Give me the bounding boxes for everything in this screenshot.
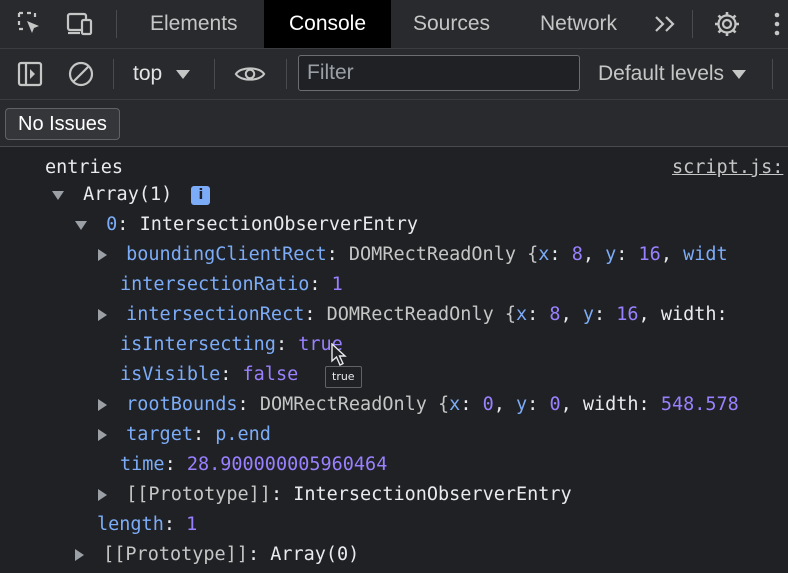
hover-tooltip: true: [325, 366, 362, 388]
log-levels-label: Default levels: [598, 62, 725, 85]
expand-arrow-icon[interactable]: [52, 190, 64, 200]
property-row[interactable]: boundingClientRect: DOMRectReadOnly {x: …: [98, 241, 728, 269]
tab-sources[interactable]: Sources: [413, 0, 490, 48]
console-output: entries script.js: Array(1) i 0: Interse…: [0, 147, 788, 573]
sidebar-toggle-icon[interactable]: [14, 58, 46, 90]
entry-type: IntersectionObserverEntry: [139, 214, 419, 235]
divider: [692, 10, 693, 38]
property-value-type: DOMRectReadOnly {: [348, 244, 539, 265]
property-value-y: 0: [549, 394, 561, 415]
expand-arrow-icon[interactable]: [75, 549, 84, 561]
expand-arrow-icon[interactable]: [75, 220, 87, 230]
property-row[interactable]: [[Prototype]]: Array(0): [75, 541, 359, 569]
property-value-x: 8: [571, 244, 583, 265]
device-toolbar-icon[interactable]: [64, 8, 96, 40]
inspect-element-icon[interactable]: [14, 8, 46, 40]
console-toolbar: top Default levels: [0, 49, 788, 100]
property-key: target: [126, 424, 193, 445]
length-value: 1: [186, 514, 198, 535]
expand-arrow-icon[interactable]: [98, 249, 107, 261]
property-key: [[Prototype]]: [126, 484, 271, 505]
tab-console[interactable]: Console: [264, 0, 391, 48]
property-trail: widt: [683, 244, 728, 265]
tab-elements[interactable]: Elements: [150, 0, 238, 48]
log-levels-dropdown[interactable]: Default levels: [598, 49, 747, 99]
property-value-y: 16: [616, 304, 639, 325]
array-row[interactable]: Array(1) i: [52, 181, 211, 209]
property-row: intersectionRatio: 1: [120, 274, 343, 295]
property-value-x: 8: [549, 304, 561, 325]
property-value: 1: [331, 274, 343, 295]
issues-bar: No Issues: [0, 100, 788, 147]
expand-arrow-icon[interactable]: [98, 429, 107, 441]
proto-value: Array(0): [270, 544, 360, 565]
divider: [116, 10, 117, 38]
property-key: intersectionRect: [126, 304, 305, 325]
kebab-menu-icon[interactable]: [766, 8, 788, 40]
property-row: isVisible: false: [120, 364, 299, 385]
property-key: isVisible: [120, 364, 221, 385]
property-value-width: 548.578: [660, 394, 739, 415]
divider: [113, 59, 114, 89]
property-value: 28.900000005960464: [186, 454, 388, 475]
property-value[interactable]: p.end: [215, 424, 271, 445]
source-link[interactable]: script.js:: [672, 154, 783, 182]
clear-console-icon[interactable]: [65, 58, 97, 90]
filter-input[interactable]: [298, 55, 580, 91]
context-label: top: [133, 62, 163, 85]
length-key: length: [97, 514, 164, 535]
devtools-tab-bar: Elements Console Sources Network: [0, 0, 788, 49]
property-row: length: 1: [97, 514, 198, 535]
mouse-cursor-icon: [331, 343, 347, 366]
property-key: intersectionRatio: [120, 274, 310, 295]
array-label: Array(1): [83, 184, 173, 205]
expand-arrow-icon[interactable]: [98, 489, 107, 501]
property-value: IntersectionObserverEntry: [293, 484, 572, 505]
expand-arrow-icon[interactable]: [98, 399, 107, 411]
property-row: isIntersecting: true: [120, 334, 343, 355]
chevron-down-icon: [176, 69, 191, 79]
divider: [286, 59, 287, 89]
eye-icon[interactable]: [234, 58, 266, 90]
expand-arrow-icon[interactable]: [98, 309, 107, 321]
log-message: entries: [45, 157, 123, 178]
property-row[interactable]: intersectionRect: DOMRectReadOnly {x: 8,…: [98, 301, 728, 329]
property-key: isIntersecting: [120, 334, 276, 355]
proto-key: [[Prototype]]: [103, 544, 248, 565]
entry-index: 0: [106, 214, 118, 235]
property-value-x: 0: [482, 394, 494, 415]
divider: [772, 59, 773, 89]
property-value-type: DOMRectReadOnly {: [259, 394, 450, 415]
property-row[interactable]: rootBounds: DOMRectReadOnly {x: 0, y: 0,…: [98, 391, 739, 419]
property-value: false: [242, 364, 299, 385]
property-value-type: DOMRectReadOnly {: [326, 304, 516, 325]
property-key: boundingClientRect: [126, 244, 327, 265]
property-key: time: [120, 454, 165, 475]
chevron-down-icon: [732, 69, 747, 79]
property-row: time: 28.900000005960464: [120, 454, 388, 475]
entry-row[interactable]: 0: IntersectionObserverEntry: [75, 211, 418, 239]
info-icon[interactable]: i: [191, 185, 211, 205]
context-selector[interactable]: top: [133, 49, 191, 99]
property-key: rootBounds: [126, 394, 238, 415]
divider: [214, 59, 215, 89]
property-trail: width:: [660, 304, 728, 325]
tab-network[interactable]: Network: [540, 0, 617, 48]
property-row[interactable]: [[Prototype]]: IntersectionObserverEntry: [98, 481, 572, 509]
property-value-y: 16: [638, 244, 661, 265]
property-row[interactable]: target: p.end: [98, 421, 271, 449]
more-tabs-icon[interactable]: [650, 8, 682, 40]
issues-button[interactable]: No Issues: [5, 108, 120, 140]
gear-icon[interactable]: [711, 8, 743, 40]
